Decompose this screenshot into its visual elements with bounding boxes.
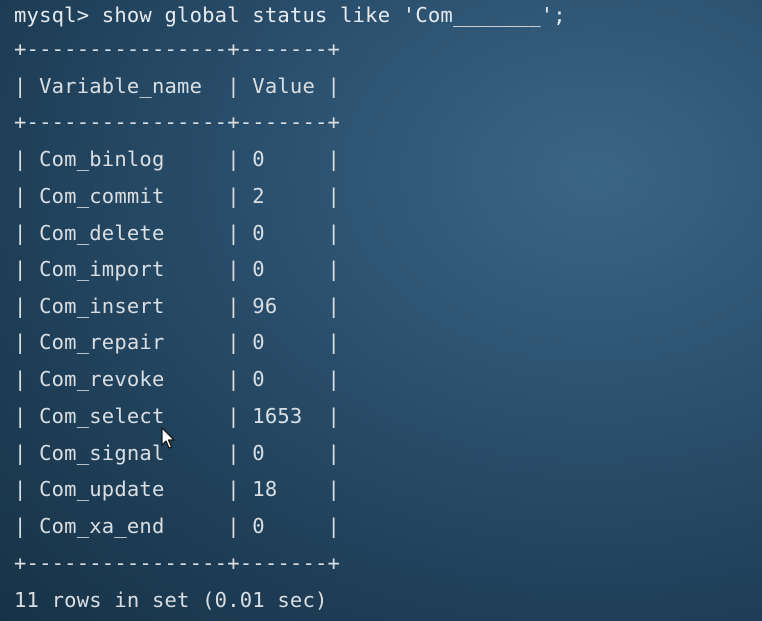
table-border-bottom: +----------------+-------+ — [14, 551, 341, 575]
table-border-top: +----------------+-------+ — [14, 37, 341, 61]
table-row: | Com_signal | 0 | — [14, 441, 341, 465]
command-line: mysql> show global status like 'Com_____… — [14, 3, 566, 27]
table-row: | Com_binlog | 0 | — [14, 147, 341, 171]
table-border-mid: +----------------+-------+ — [14, 110, 341, 134]
table-row: | Com_update | 18 | — [14, 477, 341, 501]
table-row: | Com_insert | 96 | — [14, 294, 341, 318]
table-row: | Com_import | 0 | — [14, 257, 341, 281]
table-row: | Com_revoke | 0 | — [14, 367, 341, 391]
terminal-output: mysql> show global status like 'Com_____… — [14, 0, 754, 621]
table-row: | Com_select | 1653 | — [14, 404, 341, 428]
table-row: | Com_commit | 2 | — [14, 184, 341, 208]
table-row: | Com_xa_end | 0 | — [14, 514, 341, 538]
table-row: | Com_delete | 0 | — [14, 221, 341, 245]
result-summary: 11 rows in set (0.01 sec) — [14, 588, 328, 612]
table-row: | Com_repair | 0 | — [14, 330, 341, 354]
table-header-row: | Variable_name | Value | — [14, 74, 341, 98]
mouse-pointer-icon — [161, 427, 175, 449]
